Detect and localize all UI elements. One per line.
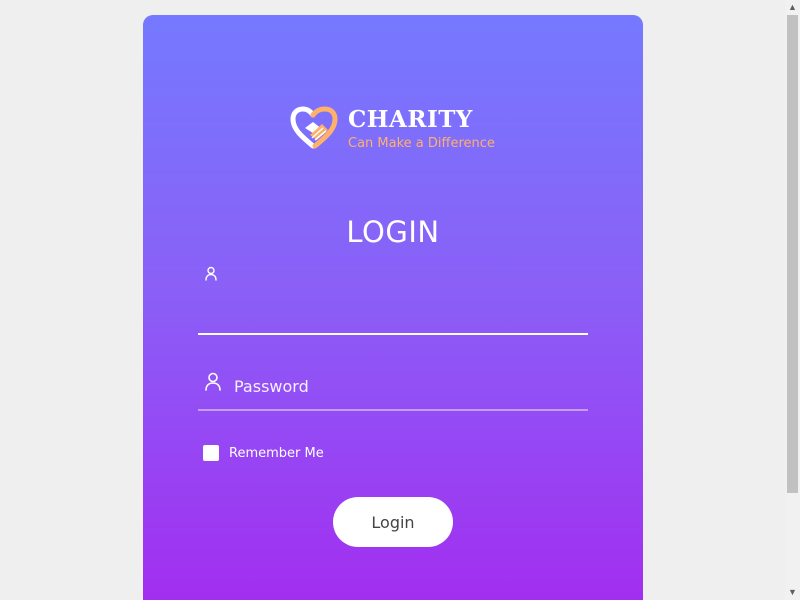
remember-label: Remember Me xyxy=(229,445,324,461)
username-field[interactable] xyxy=(198,263,588,335)
remember-me[interactable]: Remember Me xyxy=(203,445,324,461)
heart-handshake-icon xyxy=(290,106,338,149)
brand-logo: CHARITY Can Make a Difference xyxy=(288,103,495,153)
user-icon xyxy=(205,266,217,281)
brand-text: CHARITY Can Make a Difference xyxy=(348,107,495,150)
remember-checkbox[interactable] xyxy=(203,445,219,461)
brand-tagline: Can Make a Difference xyxy=(348,135,495,151)
brand-title: CHARITY xyxy=(348,105,473,133)
scroll-thumb[interactable] xyxy=(787,15,798,493)
vertical-scrollbar[interactable]: ▲ ▼ xyxy=(785,0,800,600)
login-button[interactable]: Login xyxy=(333,497,453,547)
login-card: CHARITY Can Make a Difference LOGIN Reme… xyxy=(143,15,643,600)
page-viewport: CHARITY Can Make a Difference LOGIN Reme… xyxy=(0,0,800,600)
username-input[interactable] xyxy=(234,287,588,317)
login-title: LOGIN xyxy=(346,215,440,249)
scroll-down-arrow-icon[interactable]: ▼ xyxy=(785,585,800,600)
password-field[interactable] xyxy=(198,367,588,411)
scroll-up-arrow-icon[interactable]: ▲ xyxy=(785,0,800,15)
password-input[interactable] xyxy=(234,371,588,401)
user-icon xyxy=(205,372,221,391)
